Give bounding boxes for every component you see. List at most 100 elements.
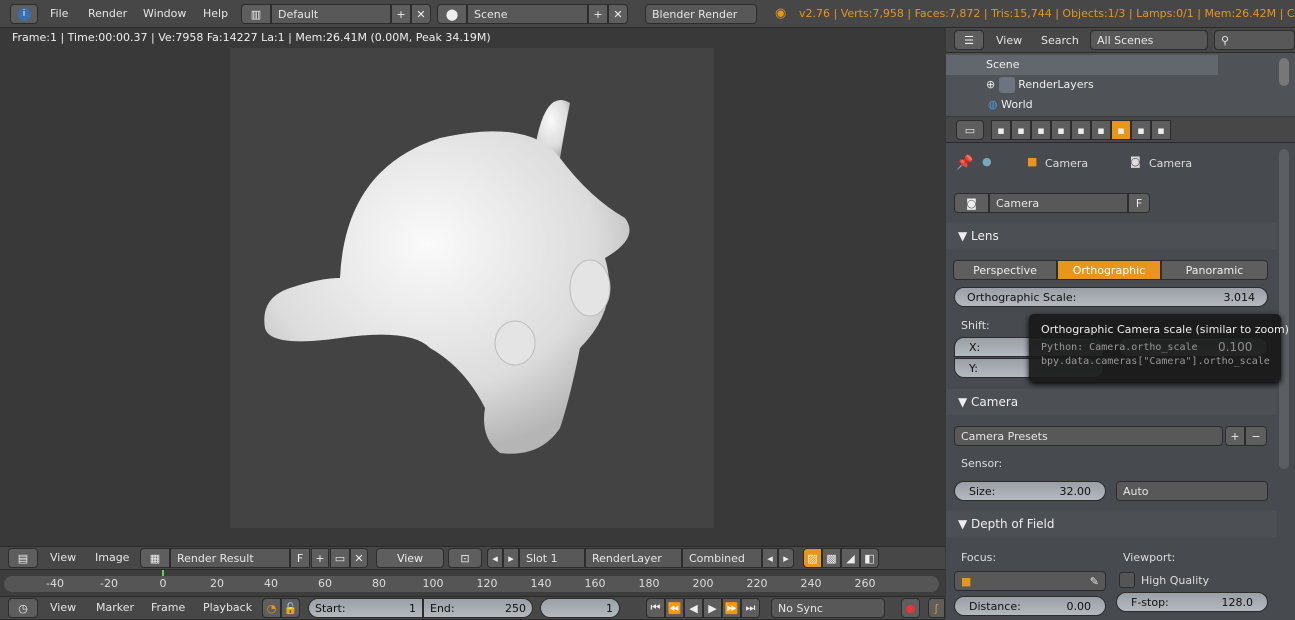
add-preset-button[interactable]: +: [1225, 426, 1245, 446]
menu-file[interactable]: File: [50, 0, 68, 28]
editor-type-timeline-button[interactable]: ◷: [8, 598, 38, 618]
prev-keyframe-button[interactable]: ⏪: [665, 598, 684, 618]
editor-type-outliner-button[interactable]: ☰: [954, 30, 984, 50]
high-quality-checkbox[interactable]: [1119, 572, 1135, 588]
scene-icon[interactable]: ⬤: [437, 4, 467, 24]
draw-channels-button[interactable]: ◧: [860, 548, 879, 568]
timeline-tick-label: 180: [638, 577, 660, 590]
scene-name-field[interactable]: Scene: [467, 4, 588, 24]
add-layout-button[interactable]: +: [391, 4, 411, 24]
remove-preset-button[interactable]: −: [1245, 426, 1267, 446]
view-mode-select[interactable]: View: [376, 548, 444, 568]
tab-physics-icon[interactable]: ▪: [1151, 120, 1171, 140]
layout-icon[interactable]: ▥: [241, 4, 271, 24]
timeline[interactable]: -40 -20 0 20 40 60 80 100 120 140 160 180 200 220 240 2…: [0, 570, 945, 596]
unlink-image-button[interactable]: ✕: [350, 548, 368, 568]
tab-panoramic[interactable]: Panoramic: [1161, 260, 1268, 280]
image-browse-button[interactable]: ▦: [140, 548, 170, 568]
tab-texture-icon[interactable]: ▪: [1131, 120, 1151, 140]
tab-render-icon[interactable]: ▪: [991, 120, 1011, 140]
play-reverse-button[interactable]: ◀: [684, 598, 703, 618]
tab-render-layers-icon[interactable]: ▪: [1011, 120, 1031, 140]
pass-next-button[interactable]: ▸: [778, 548, 794, 568]
tab-object-icon[interactable]: ▪: [1071, 120, 1091, 140]
image-name-field[interactable]: Render Result: [170, 548, 290, 568]
menu-view[interactable]: View: [50, 597, 76, 619]
menu-marker[interactable]: Marker: [96, 597, 134, 619]
add-scene-button[interactable]: +: [588, 4, 608, 24]
lens-panel-header[interactable]: ▼ Lens: [946, 223, 1277, 249]
remove-scene-button[interactable]: ✕: [608, 4, 628, 24]
record-button[interactable]: ●: [901, 598, 920, 618]
tab-scene-icon[interactable]: ▪: [1031, 120, 1051, 140]
tab-orthographic[interactable]: Orthographic: [1057, 260, 1161, 280]
editor-type-info-button[interactable]: i: [10, 4, 38, 24]
menu-window[interactable]: Window: [143, 0, 186, 28]
slot-prev-button[interactable]: ◂: [487, 548, 503, 568]
menu-image[interactable]: Image: [95, 547, 129, 569]
preview-range-button[interactable]: ◔: [262, 598, 281, 618]
focus-distance-field[interactable]: Distance: 0.00: [954, 596, 1106, 616]
new-image-button[interactable]: +: [311, 548, 329, 568]
menu-view[interactable]: View: [996, 28, 1022, 53]
open-image-button[interactable]: ▭: [330, 548, 350, 568]
pivot-select[interactable]: ⊡: [448, 548, 482, 568]
editor-type-image-button[interactable]: ▤: [8, 548, 38, 568]
tab-constraints-icon[interactable]: ▪: [1091, 120, 1111, 140]
outliner-filter-select[interactable]: All Scenes: [1090, 30, 1208, 50]
menu-frame[interactable]: Frame: [151, 597, 185, 619]
tab-world-icon[interactable]: ▪: [1051, 120, 1071, 140]
camera-browse-button[interactable]: ◙: [954, 193, 989, 213]
layout-name-field[interactable]: Default: [271, 4, 391, 24]
draw-zbuffer-button[interactable]: ◢: [841, 548, 860, 568]
outliner-scrollbar[interactable]: [1279, 58, 1289, 86]
timeline-tick-label: 140: [530, 577, 552, 590]
pin-icon[interactable]: 📌: [956, 155, 973, 171]
menu-view[interactable]: View: [50, 547, 76, 569]
camera-panel-header[interactable]: ▼ Camera: [946, 389, 1277, 415]
keying-button[interactable]: ʃ: [928, 598, 945, 618]
menu-playback[interactable]: Playback: [203, 597, 252, 619]
timeline-tick-label: 240: [800, 577, 822, 590]
sensor-fit-select[interactable]: Auto: [1116, 481, 1268, 501]
eyedropper-icon[interactable]: ✎: [1090, 575, 1099, 588]
slot-next-button[interactable]: ▸: [503, 548, 519, 568]
pass-prev-button[interactable]: ◂: [762, 548, 778, 568]
menu-help[interactable]: Help: [203, 0, 228, 28]
outliner-item-renderlayers[interactable]: ⊕ RenderLayers: [986, 75, 1094, 95]
jump-end-button[interactable]: ⏭: [741, 598, 760, 618]
camera-fake-user-button[interactable]: F: [1128, 193, 1150, 213]
menu-render[interactable]: Render: [88, 0, 127, 28]
tab-camera-data-icon[interactable]: ▪: [1111, 120, 1131, 140]
fake-user-button[interactable]: F: [290, 548, 310, 568]
editor-type-properties-button[interactable]: ▭: [956, 120, 984, 140]
play-button[interactable]: ▶: [703, 598, 722, 618]
end-frame-field[interactable]: End: 250: [423, 598, 533, 618]
render-pass-select[interactable]: Combined: [682, 548, 762, 568]
remove-layout-button[interactable]: ✕: [411, 4, 431, 24]
next-keyframe-button[interactable]: ⏩: [722, 598, 741, 618]
ortho-scale-field[interactable]: Orthographic Scale: 3.014: [954, 287, 1268, 307]
lock-range-button[interactable]: 🔓: [281, 598, 300, 618]
camera-datablock-field[interactable]: Camera: [989, 193, 1128, 213]
outliner-item-world[interactable]: ◍ World: [988, 95, 1033, 115]
sensor-size-field[interactable]: Size: 32.00: [954, 481, 1106, 501]
dof-panel-header[interactable]: ▼ Depth of Field: [946, 511, 1277, 537]
properties-scrollbar[interactable]: [1279, 149, 1289, 469]
draw-rgb-alpha-button[interactable]: ▨: [803, 548, 822, 568]
menu-search[interactable]: Search: [1041, 28, 1079, 53]
jump-start-button[interactable]: ⏮: [646, 598, 665, 618]
slot-select[interactable]: Slot 1: [519, 548, 585, 568]
current-frame-field[interactable]: 1: [540, 598, 620, 618]
camera-presets-select[interactable]: Camera Presets: [954, 426, 1223, 446]
outliner-item-scene[interactable]: Scene: [946, 55, 1218, 75]
start-frame-field[interactable]: Start: 1: [308, 598, 423, 618]
draw-alpha-button[interactable]: ▩: [822, 548, 841, 568]
outliner-search-input[interactable]: ⚲: [1214, 30, 1295, 50]
sync-mode-select[interactable]: No Sync: [771, 598, 885, 618]
tab-perspective[interactable]: Perspective: [953, 260, 1057, 280]
render-layer-select[interactable]: RenderLayer: [585, 548, 682, 568]
render-engine-select[interactable]: Blender Render: [645, 4, 757, 24]
focus-object-field[interactable]: ■ ✎: [954, 571, 1106, 591]
fstop-field[interactable]: F-stop: 128.0: [1116, 592, 1268, 612]
